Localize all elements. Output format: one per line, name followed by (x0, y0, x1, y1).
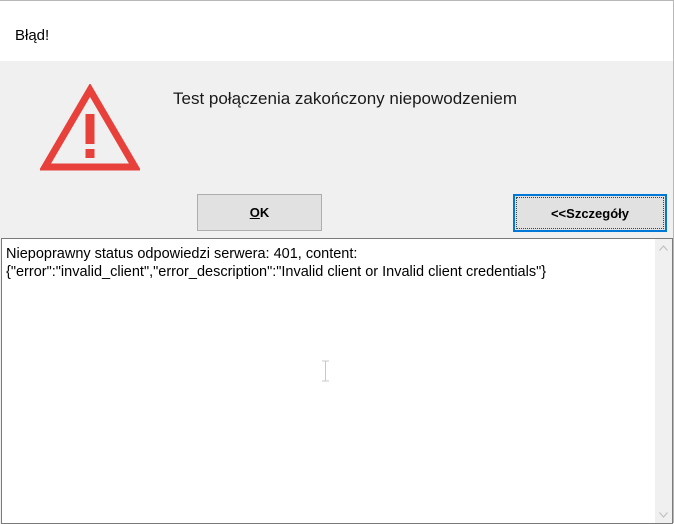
text-cursor-icon (322, 360, 329, 382)
dialog-body: Test połączenia zakończony niepowodzenie… (0, 61, 673, 524)
vertical-scrollbar[interactable] (655, 239, 672, 523)
scroll-down-arrow-icon[interactable] (655, 506, 672, 523)
error-dialog: Błąd! Test połączenia zakończony niepowo… (0, 0, 674, 524)
ok-button-label: OK (249, 205, 270, 220)
focus-rectangle (516, 197, 664, 229)
scroll-up-arrow-icon[interactable] (655, 239, 672, 256)
title-bar[interactable]: Błąd! (0, 1, 673, 61)
window-title: Błąd! (15, 27, 50, 44)
details-toggle-button[interactable]: <<Szczegóły (513, 194, 667, 232)
details-textbox[interactable]: Niepoprawny status odpowiedzi serwera: 4… (1, 238, 673, 524)
ok-button[interactable]: OK (197, 194, 322, 231)
warning-triangle-icon (40, 84, 140, 171)
details-text: Niepoprawny status odpowiedzi serwera: 4… (6, 246, 547, 280)
error-message: Test połączenia zakończony niepowodzenie… (173, 89, 517, 108)
